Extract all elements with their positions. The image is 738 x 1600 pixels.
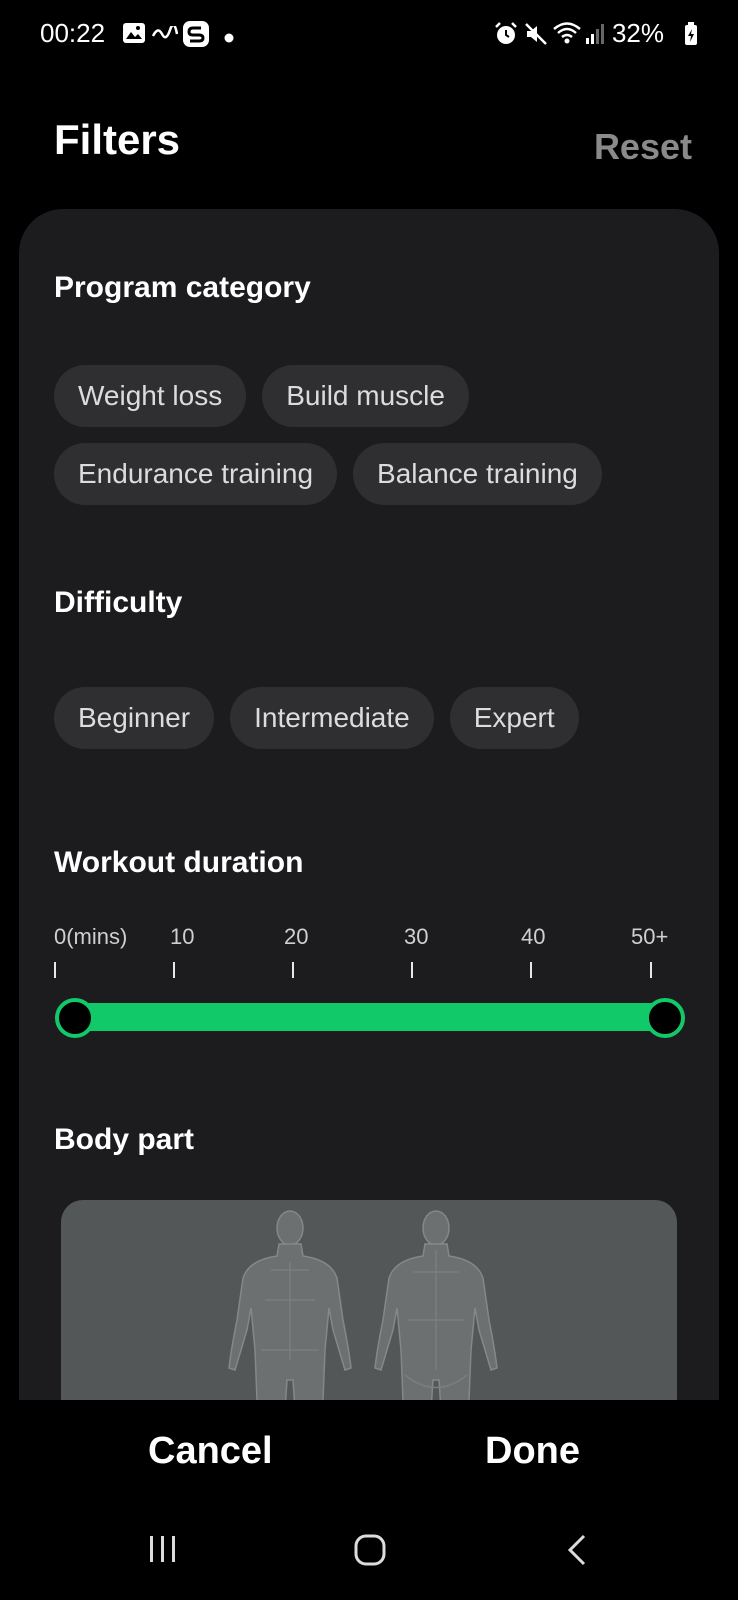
tick-mark [292,962,294,978]
slider-track [73,1003,667,1031]
recents-icon[interactable] [148,1534,178,1569]
slider-max-handle[interactable] [645,998,685,1038]
mute-icon [524,22,548,51]
tick-label-30: 30 [404,924,429,949]
body-part-selector[interactable] [61,1200,677,1400]
tick-label-0: 0(mins) [54,924,128,949]
tick-label-20: 20 [284,924,309,949]
chip-balance-training[interactable]: Balance training [353,443,602,505]
chip-intermediate[interactable]: Intermediate [230,687,434,749]
filters-card: Program category Weight loss Build muscl… [19,209,719,1400]
tick-mark [54,962,56,978]
tick-mark [411,962,413,978]
app-icon [151,23,179,45]
duration-ticks: 0(mins) 10 20 30 40 50+ [54,924,694,984]
home-icon[interactable] [354,1534,386,1571]
tick-mark [173,962,175,978]
wifi-icon [552,20,582,51]
tick-mark [650,962,652,978]
tick-mark [530,962,532,978]
status-bar: 00:22 32% [0,0,738,70]
program-category-title: Program category [54,271,311,304]
body-part-title: Body part [54,1123,195,1156]
shortcut-icon [182,20,210,53]
chip-weight-loss[interactable]: Weight loss [54,365,247,427]
difficulty-chips: Beginner Intermediate Expert [54,687,699,749]
tick-label-10: 10 [170,924,195,949]
back-icon[interactable] [566,1534,588,1571]
screen: 00:22 32% Filters Reset Program category… [0,0,738,1600]
slider-min-handle[interactable] [55,998,95,1038]
chip-build-muscle[interactable]: Build muscle [262,365,469,427]
battery-percent: 32% [611,18,664,48]
chip-endurance-training[interactable]: Endurance training [54,443,338,505]
signal-icon [586,22,606,49]
chip-beginner[interactable]: Beginner [54,687,215,749]
status-time: 00:22 [40,18,106,48]
done-button[interactable]: Done [485,1430,580,1473]
chip-expert[interactable]: Expert [449,687,579,749]
battery-charging-icon [684,22,698,51]
reset-button[interactable]: Reset [594,126,692,168]
duration-range-slider[interactable] [55,995,685,1039]
notification-dot-icon [224,30,234,48]
tick-label-50: 50+ [631,924,669,949]
page-title: Filters [54,116,181,163]
tick-label-40: 40 [521,924,546,949]
difficulty-title: Difficulty [54,586,183,619]
cancel-button[interactable]: Cancel [148,1430,273,1473]
gallery-icon [122,22,146,49]
alarm-icon [494,22,518,51]
bottom-action-bar: Cancel Done [0,1400,738,1600]
workout-duration-title: Workout duration [54,846,304,879]
body-figure-icon [228,1210,498,1400]
program-category-chips: Weight loss Build muscle Endurance train… [54,365,699,505]
